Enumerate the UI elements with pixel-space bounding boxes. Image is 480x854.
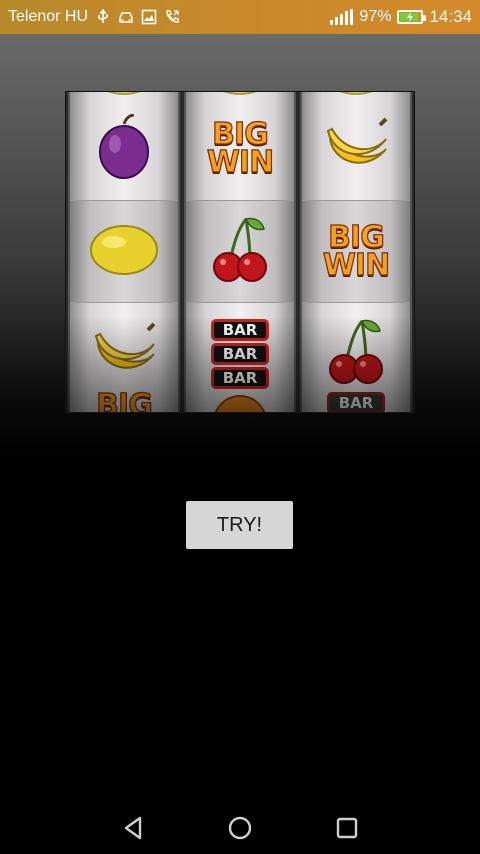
battery-percent: 97% — [359, 8, 392, 25]
image-icon — [141, 9, 157, 25]
bar-symbol: BAR — [327, 392, 385, 412]
carrier-name: Telenor HU — [8, 8, 89, 25]
reel-2-cell-1: BIG WIN — [186, 98, 294, 200]
reel-2: BIG WIN BAR BAR BAR — [184, 92, 296, 412]
lemon-symbol — [88, 222, 160, 283]
back-icon[interactable] — [114, 808, 154, 848]
big-win-symbol: BIGWIN — [206, 116, 275, 180]
reel-1-cell-1 — [70, 98, 178, 200]
reel-1-cell-2 — [70, 200, 178, 303]
reel-3-cell-3 — [302, 302, 410, 405]
call-icon — [164, 9, 180, 25]
reel-3-cell-1 — [302, 98, 410, 200]
big-win-symbol: BIGWIN — [96, 388, 154, 412]
reel-3-cell-2: BIG WIN — [302, 200, 410, 303]
car-icon — [118, 9, 134, 25]
navigation-bar — [0, 800, 480, 854]
recent-apps-icon[interactable] — [327, 808, 367, 848]
cherry-symbol — [326, 317, 386, 392]
reel-1: BIGWIN — [68, 92, 180, 412]
reel-3-peek-bottom: BAR — [302, 392, 410, 412]
cherry-symbol — [210, 215, 270, 290]
status-bar: Telenor HU 97% 14:34 — [0, 0, 480, 34]
signal-icon — [330, 9, 354, 25]
home-icon[interactable] — [220, 808, 260, 848]
reel-3: BIG WIN BAR — [300, 92, 412, 412]
reel-2-cell-3: BAR BAR BAR — [186, 302, 294, 405]
big-win-symbol: BIGWIN — [322, 219, 391, 283]
slot-machine: BIGWIN BIGWIN BARBARBAR BIGWIN BAR — [66, 92, 414, 412]
banana-symbol — [322, 117, 390, 182]
usb-icon — [95, 9, 111, 25]
app-content: BIGWIN BIGWIN BARBARBAR BIGWIN BAR TRY! — [0, 34, 480, 800]
bar-triple-symbol: BAR BAR BAR — [211, 319, 269, 389]
status-bar-left: Telenor HU — [8, 8, 180, 26]
status-bar-right: 97% 14:34 — [330, 7, 472, 27]
reel-1-peek-bottom: BIGWIN — [70, 388, 178, 412]
banana-symbol — [90, 322, 158, 387]
clock: 14:34 — [429, 7, 472, 26]
orange-symbol — [210, 392, 270, 412]
battery-icon — [397, 10, 427, 24]
try-button[interactable]: TRY! — [186, 501, 293, 549]
plum-symbol — [96, 113, 152, 185]
reel-2-peek-bottom — [186, 392, 294, 412]
reel-2-cell-2 — [186, 200, 294, 303]
